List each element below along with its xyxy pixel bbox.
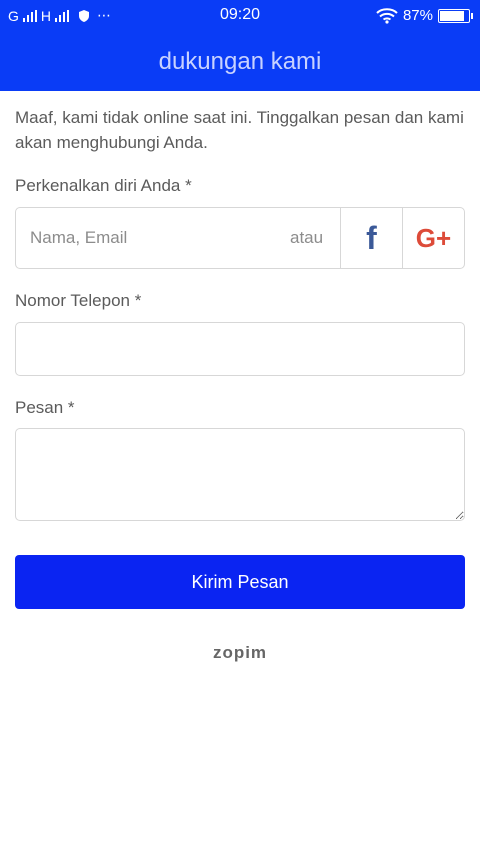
wifi-icon bbox=[376, 7, 398, 24]
name-email-input[interactable] bbox=[16, 208, 290, 268]
send-message-button[interactable]: Kirim Pesan bbox=[15, 555, 465, 609]
battery-fill bbox=[440, 10, 465, 21]
facebook-login-button[interactable]: f bbox=[340, 208, 402, 268]
page-header: dukungan kami bbox=[0, 32, 480, 91]
message-textarea[interactable] bbox=[15, 428, 465, 521]
zopim-logo[interactable]: zopim bbox=[0, 643, 480, 663]
offline-message: Maaf, kami tidak online saat ini. Tingga… bbox=[15, 108, 464, 152]
name-email-row: atau f G+ bbox=[15, 207, 465, 269]
offline-form: Maaf, kami tidak online saat ini. Tingga… bbox=[15, 91, 465, 609]
status-right: 87% bbox=[376, 7, 473, 24]
message-label: Pesan * bbox=[15, 398, 75, 417]
phone-label: Nomor Telepon * bbox=[15, 291, 142, 310]
facebook-icon: f bbox=[366, 219, 377, 256]
google-plus-icon: G+ bbox=[415, 222, 452, 253]
battery-percent: 87% bbox=[402, 7, 433, 24]
page-title: dukungan kami bbox=[158, 47, 322, 75]
google-plus-login-button[interactable]: G+ bbox=[402, 208, 464, 268]
intro-label: Perkenalkan diri Anda * bbox=[15, 176, 192, 195]
phone-input[interactable] bbox=[15, 322, 465, 376]
or-text: atau bbox=[290, 228, 324, 247]
battery-icon bbox=[438, 8, 473, 23]
status-bar: G H ⋯ 09:20 87% bbox=[0, 0, 480, 32]
